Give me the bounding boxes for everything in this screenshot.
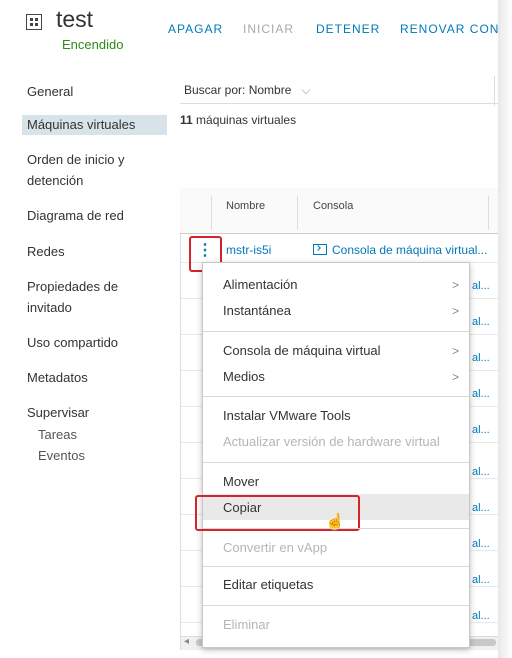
menu-item-delete[interactable]: Eliminar [223,617,270,632]
chevron-right-icon: > [452,344,460,358]
console-link-truncated[interactable]: al... [472,352,490,364]
console-link-truncated[interactable]: al... [472,316,490,328]
chevron-right-icon: > [452,278,460,292]
toolbar-divider [494,76,495,106]
sidebar-item-sharing[interactable]: Uso compartido [27,333,118,353]
menu-separator [203,566,469,567]
sidebar-item-networks[interactable]: Redes [27,242,65,262]
vm-console-link[interactable]: Consola de máquina virtual... [313,243,487,257]
menu-item-edit-tags[interactable]: Editar etiquetas [223,577,313,592]
console-link-truncated[interactable]: al... [472,538,490,550]
sidebar-item-guest-properties[interactable]: Propiedades de [27,277,118,297]
sidebar-item-virtual-machines[interactable]: Máquinas virtuales [22,115,167,135]
hand-pointer-icon: ☝ [325,514,345,531]
chevron-right-icon: > [452,370,460,384]
console-link-truncated[interactable]: al... [472,388,490,400]
stop-button[interactable]: DETENER [316,22,380,36]
column-separator [211,196,212,230]
vm-count: 11 máquinas virtuales [180,113,296,127]
search-by-dropdown[interactable]: Buscar por: Nombre ⌵ [184,83,310,98]
page-title: test [56,6,94,32]
filter-underline [180,103,500,104]
sidebar-item-network-diagram[interactable]: Diagrama de red [27,206,124,226]
console-link-truncated[interactable]: al... [472,280,490,292]
sidebar-item-boot-order-line2[interactable]: detención [27,171,83,191]
power-off-button[interactable]: APAGAR [168,22,223,36]
menu-item-install-vmware-tools[interactable]: Instalar VMware Tools [223,408,351,423]
menu-item-move[interactable]: Mover [223,474,259,489]
menu-item-power[interactable]: Alimentación [223,277,297,292]
chevron-down-icon: ⌵ [301,83,311,97]
vm-count-number: 11 [180,113,193,127]
console-link-truncated[interactable]: al... [472,424,490,436]
panel-edge-shadow [498,0,512,658]
chevron-right-icon: > [452,304,460,318]
scroll-left-icon[interactable]: ◂ [184,636,189,647]
vm-console-label: Consola de máquina virtual... [332,243,488,257]
console-link-truncated[interactable]: al... [472,610,490,622]
power-status: Encendido [62,37,124,52]
vm-count-text: máquinas virtuales [192,113,297,127]
search-by-label: Buscar por: Nombre [184,83,292,97]
console-link-truncated[interactable]: al... [472,574,490,586]
menu-item-vm-console[interactable]: Consola de máquina virtual [223,343,381,358]
sidebar-item-boot-order[interactable]: Orden de inicio y [27,150,125,170]
column-header-console[interactable]: Consola [313,200,353,212]
console-link-truncated[interactable]: al... [472,466,490,478]
menu-item-convert-to-vapp[interactable]: Convertir en vApp [223,540,327,555]
sidebar-item-tasks[interactable]: Tareas [38,425,77,445]
menu-separator [203,528,469,529]
sidebar-item-general[interactable]: General [27,82,73,102]
renew-lease-button[interactable]: RENOVAR CONC [400,22,509,36]
sidebar-item-events[interactable]: Eventos [38,446,85,466]
column-separator [297,196,298,230]
column-separator [488,196,489,230]
menu-separator [203,605,469,606]
menu-item-snapshot[interactable]: Instantánea [223,303,291,318]
vm-name-link[interactable]: mstr-is5i [226,243,271,257]
console-link-truncated[interactable]: al... [472,502,490,514]
menu-separator [203,462,469,463]
vapp-icon [26,14,42,30]
menu-item-upgrade-hardware[interactable]: Actualizar versión de hardware virtual [223,434,440,449]
power-on-button[interactable]: INICIAR [243,22,294,36]
menu-separator [203,396,469,397]
sidebar-item-guest-properties-line2[interactable]: invitado [27,298,72,318]
column-header-name[interactable]: Nombre [226,200,265,212]
console-icon [313,244,327,255]
sidebar-item-metadata[interactable]: Metadatos [27,368,88,388]
menu-separator [203,331,469,332]
sidebar-section-monitor: Supervisar [27,405,90,420]
menu-item-media[interactable]: Medios [223,369,265,384]
